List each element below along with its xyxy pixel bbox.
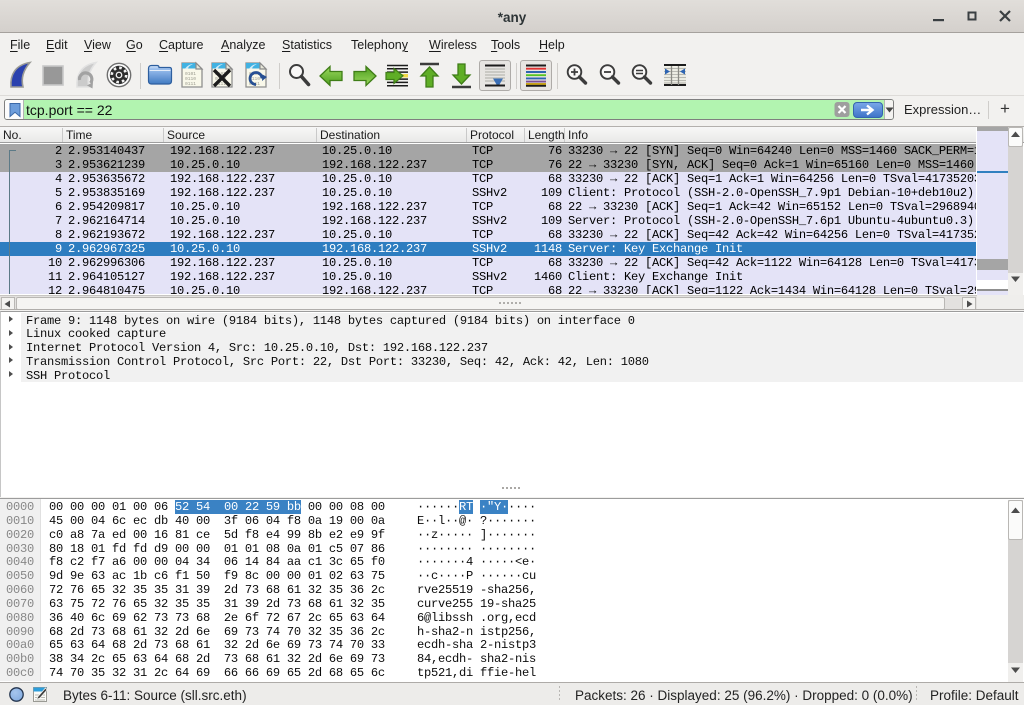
svg-text:0111: 0111 [185, 81, 196, 87]
